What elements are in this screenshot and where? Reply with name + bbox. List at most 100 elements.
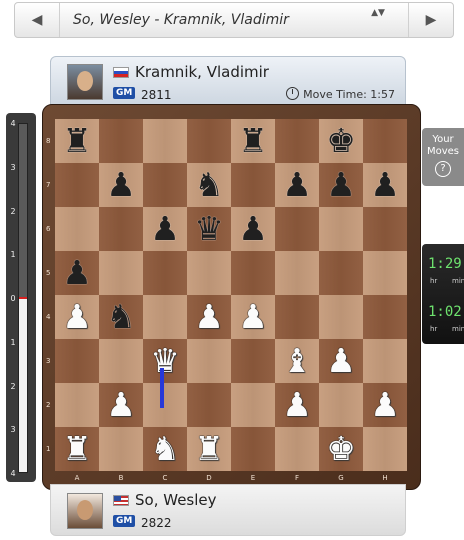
black-pawn-icon[interactable]: ♟ [363,163,407,207]
your-moves-button[interactable]: Your Moves ? [422,128,464,186]
square-h1[interactable] [363,427,407,471]
file-label: A [74,474,80,482]
square-c7[interactable] [143,163,187,207]
square-d5[interactable] [187,251,231,295]
white-knight-icon[interactable]: ♞ [143,427,187,471]
black-king-icon[interactable]: ♚ [319,119,363,163]
square-g2[interactable] [319,383,363,427]
previous-game-button[interactable]: ◀ [15,3,60,37]
black-queen-icon[interactable]: ♛ [187,207,231,251]
square-e4[interactable]: ♟ [231,295,275,339]
square-d8[interactable] [187,119,231,163]
black-pawn-icon[interactable]: ♟ [99,163,143,207]
square-e7[interactable] [231,163,275,207]
white-pawn-icon[interactable]: ♟ [319,339,363,383]
game-dropdown-toggle[interactable]: ▲▼ [371,8,385,32]
white-pawn-icon[interactable]: ♟ [275,383,319,427]
square-g6[interactable] [319,207,363,251]
white-rook-icon[interactable]: ♜ [187,427,231,471]
square-g1[interactable]: ♚ [319,427,363,471]
black-knight-icon[interactable]: ♞ [187,163,231,207]
square-c4[interactable] [143,295,187,339]
black-rook-icon[interactable]: ♜ [55,119,99,163]
square-d4[interactable]: ♟ [187,295,231,339]
square-e2[interactable] [231,383,275,427]
next-game-button[interactable]: ▶ [408,3,453,37]
square-h6[interactable] [363,207,407,251]
black-pawn-icon[interactable]: ♟ [231,207,275,251]
square-f4[interactable] [275,295,319,339]
square-g4[interactable] [319,295,363,339]
square-g7[interactable]: ♟ [319,163,363,207]
square-d3[interactable] [187,339,231,383]
black-pawn-icon[interactable]: ♟ [143,207,187,251]
square-h8[interactable] [363,119,407,163]
square-f5[interactable] [275,251,319,295]
square-h5[interactable] [363,251,407,295]
white-rook-icon[interactable]: ♜ [55,427,99,471]
square-h2[interactable]: ♟ [363,383,407,427]
square-g3[interactable]: ♟ [319,339,363,383]
square-c8[interactable] [143,119,187,163]
file-label: C [162,474,168,482]
white-pawn-icon[interactable]: ♟ [187,295,231,339]
square-c2[interactable] [143,383,187,427]
square-g8[interactable]: ♚ [319,119,363,163]
black-pawn-icon[interactable]: ♟ [55,251,99,295]
square-a3[interactable] [55,339,99,383]
white-pawn-icon[interactable]: ♟ [99,383,143,427]
square-d1[interactable]: ♜ [187,427,231,471]
square-e3[interactable] [231,339,275,383]
square-f1[interactable] [275,427,319,471]
square-a7[interactable] [55,163,99,207]
square-a8[interactable]: ♜ [55,119,99,163]
square-f3[interactable]: ♝ [275,339,319,383]
square-e5[interactable] [231,251,275,295]
square-f8[interactable] [275,119,319,163]
square-e1[interactable] [231,427,275,471]
square-a2[interactable] [55,383,99,427]
square-g5[interactable] [319,251,363,295]
square-a5[interactable]: ♟ [55,251,99,295]
white-bishop-icon[interactable]: ♝ [275,339,319,383]
square-a6[interactable] [55,207,99,251]
square-b8[interactable] [99,119,143,163]
square-f2[interactable]: ♟ [275,383,319,427]
square-b6[interactable] [99,207,143,251]
square-d7[interactable]: ♞ [187,163,231,207]
square-d6[interactable]: ♛ [187,207,231,251]
square-b1[interactable] [99,427,143,471]
square-e8[interactable]: ♜ [231,119,275,163]
square-c1[interactable]: ♞ [143,427,187,471]
game-selector[interactable]: ◀ So, Wesley - Kramnik, Vladimir ▲▼ ▶ [14,2,454,38]
black-rook-icon[interactable]: ♜ [231,119,275,163]
square-e6[interactable]: ♟ [231,207,275,251]
square-d2[interactable] [187,383,231,427]
white-king-icon[interactable]: ♚ [319,427,363,471]
eval-tick-label: 1 [10,250,16,260]
square-b4[interactable]: ♞ [99,295,143,339]
square-f7[interactable]: ♟ [275,163,319,207]
eval-tick-label: 1 [10,337,16,347]
square-h7[interactable]: ♟ [363,163,407,207]
square-a1[interactable]: ♜ [55,427,99,471]
black-knight-icon[interactable]: ♞ [99,295,143,339]
square-b3[interactable] [99,339,143,383]
square-c3[interactable]: ♛ [143,339,187,383]
black-pawn-icon[interactable]: ♟ [275,163,319,207]
square-h3[interactable] [363,339,407,383]
white-queen-icon[interactable]: ♛ [143,339,187,383]
square-c6[interactable]: ♟ [143,207,187,251]
white-pawn-icon[interactable]: ♟ [55,295,99,339]
square-a4[interactable]: ♟ [55,295,99,339]
square-b2[interactable]: ♟ [99,383,143,427]
chess-board[interactable]: ♜ ♜ ♚ ♟ ♞ ♟ ♟ ♟ ♟ ♛ ♟ ♟ ♟ ♞ ♟ ♟ ♛ ♝ ♟ ♟ ♟ ♟ ♜ ♞ ♜ ♚ [55,119,407,471]
square-f6[interactable] [275,207,319,251]
white-pawn-icon[interactable]: ♟ [363,383,407,427]
square-b7[interactable]: ♟ [99,163,143,207]
square-c5[interactable] [143,251,187,295]
white-pawn-icon[interactable]: ♟ [231,295,275,339]
black-pawn-icon[interactable]: ♟ [319,163,363,207]
square-b5[interactable] [99,251,143,295]
square-h4[interactable] [363,295,407,339]
